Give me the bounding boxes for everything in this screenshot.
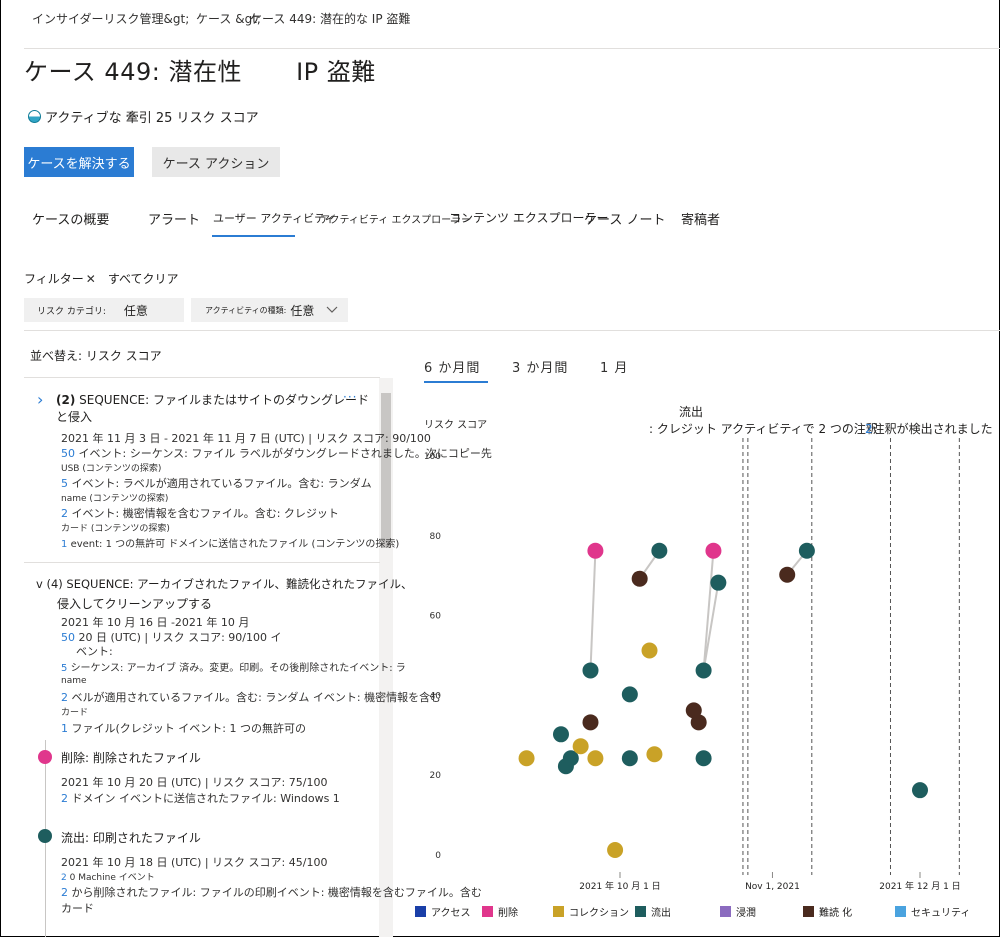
x-tick-label: 2021 年 12 月 1 日 [879,880,960,892]
data-point-delete [587,542,604,559]
legend-swatch [720,906,731,917]
legend-swatch [482,906,493,917]
data-point-collection [607,842,624,859]
data-point-collection [646,746,663,763]
legend-swatch [635,906,646,917]
data-point-exfiltration [798,542,815,559]
data-point-exfiltration [912,782,928,799]
legend-label: 浸潤 [736,908,756,919]
legend-label: 削除 [498,908,518,919]
sequence-connector-line [702,550,715,671]
legend-label: コレクション [569,908,629,919]
data-point-exfiltration [621,686,638,703]
legend-obfuscation[interactable]: 難読 化 [803,904,852,919]
y-tick-label: 0 [435,851,441,861]
data-point-obfuscation [779,566,796,583]
legend-swatch [895,906,906,917]
legend-swatch [415,906,426,917]
y-tick-label: 80 [430,532,442,542]
data-point-collection [641,642,658,659]
y-tick-label: 60 [430,612,442,622]
data-point-exfiltration [651,542,668,559]
y-tick-label: 40 [430,691,442,701]
legend-exfiltration[interactable]: 流出 [635,904,671,919]
data-point-delete [705,542,722,559]
data-point-exfiltration [552,726,569,743]
data-point-obfuscation [631,570,648,587]
y-tick-label: 100 [424,452,441,462]
data-point-collection [518,750,535,767]
data-point-exfiltration [710,574,727,591]
data-point-collection [587,750,604,767]
legend-security[interactable]: セキュリティ [895,904,970,919]
sequence-connector-line [589,550,597,671]
data-point-exfiltration [582,662,599,679]
sequence-connector-line [702,582,720,671]
legend-infiltration[interactable]: 浸潤 [720,904,756,919]
legend-collection[interactable]: コレクション [553,904,629,919]
risk-score-chart: リスク スコア 0 20 40 60 80 100 2021 年 10 月 1 日 Nov 1,… [424,419,961,892]
legend-swatch [553,906,564,917]
legend-label: セキュリティ [911,908,971,919]
legend-label: 流出 [651,908,671,919]
y-axis-label: リスク スコア [424,419,487,431]
data-point-obfuscation [690,714,707,731]
x-tick-label: Nov 1, 2021 [745,882,800,892]
legend-swatch [803,906,814,917]
y-tick-label: 20 [430,771,442,781]
legend-delete[interactable]: 削除 [482,904,518,919]
x-tick-label: 2021 年 10 月 1 日 [579,880,660,892]
data-point-exfiltration [695,750,712,767]
data-point-exfiltration [695,662,712,679]
legend-label: アクセス [431,908,471,919]
legend-access[interactable]: アクセス [415,904,471,919]
legend-label: 難読 化 [819,908,853,919]
data-point-obfuscation [582,714,599,731]
data-point-collection [572,738,589,755]
data-point-exfiltration [621,750,638,767]
